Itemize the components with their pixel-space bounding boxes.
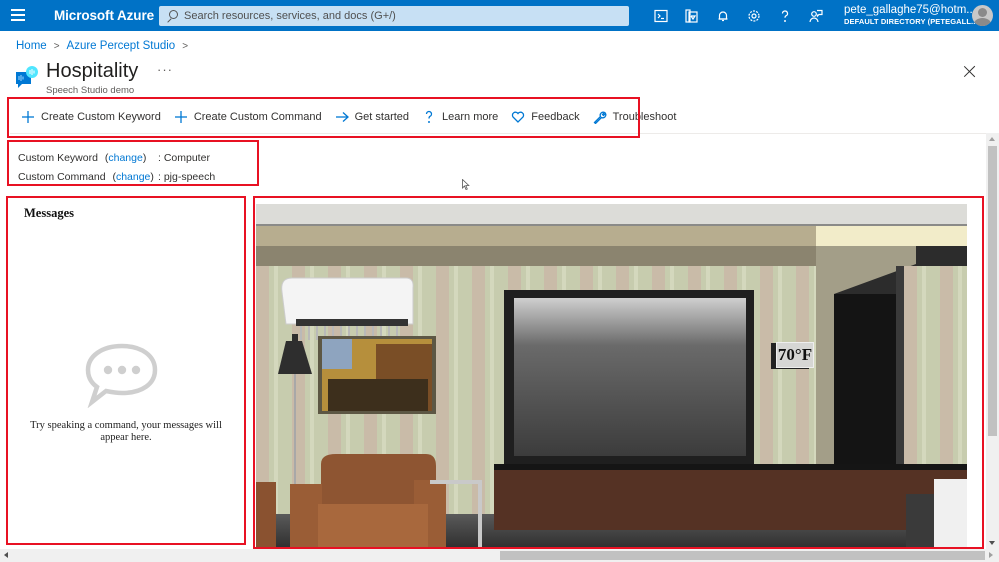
toolbar-annotation-box	[7, 97, 640, 138]
topbar-icons	[645, 6, 831, 26]
top-bar: Microsoft Azure pete_gallaghe75@hotm... …	[0, 0, 999, 31]
scene-annotation-box	[253, 196, 984, 549]
brand-link[interactable]: Microsoft Azure	[54, 8, 154, 23]
account-menu[interactable]: pete_gallaghe75@hotm... DEFAULT DIRECTOR…	[844, 4, 978, 27]
messages-annotation-box	[6, 196, 246, 545]
scroll-up-icon[interactable]	[989, 137, 995, 141]
more-options-button[interactable]: ···	[157, 62, 173, 77]
settings-annotation-box	[7, 140, 259, 186]
search-input[interactable]	[184, 10, 604, 22]
chevron-right-icon: >	[182, 40, 189, 52]
breadcrumb-azure-percept-studio[interactable]: Azure Percept Studio	[67, 40, 176, 52]
account-directory: DEFAULT DIRECTORY (PETEGALL...	[844, 17, 978, 26]
notifications-icon[interactable]	[707, 6, 738, 26]
close-icon[interactable]	[963, 65, 976, 78]
search-icon	[166, 10, 178, 22]
page-subtitle: Speech Studio demo	[46, 85, 135, 96]
account-email: pete_gallaghe75@hotm...	[844, 4, 976, 16]
chevron-right-icon: >	[53, 40, 60, 52]
horizontal-scrollbar[interactable]	[0, 549, 999, 562]
portal-menu-icon[interactable]	[11, 9, 25, 21]
mouse-cursor-icon	[462, 179, 470, 190]
scroll-right-icon[interactable]	[989, 552, 993, 558]
scroll-left-icon[interactable]	[4, 552, 8, 558]
avatar[interactable]	[972, 5, 993, 26]
help-icon[interactable]	[769, 6, 800, 26]
scroll-down-icon[interactable]	[989, 541, 995, 545]
horizontal-scroll-thumb[interactable]	[500, 551, 985, 560]
breadcrumb-home[interactable]: Home	[16, 40, 47, 52]
vertical-scroll-thumb[interactable]	[988, 146, 997, 436]
vertical-scrollbar[interactable]	[986, 133, 999, 549]
cloud-shell-icon[interactable]	[645, 6, 676, 26]
directory-filter-icon[interactable]	[676, 6, 707, 26]
breadcrumb: Home > Azure Percept Studio >	[16, 40, 195, 52]
global-search[interactable]	[159, 6, 629, 26]
speech-resource-icon	[16, 66, 38, 88]
page-title: Hospitality	[46, 60, 139, 82]
feedback-icon[interactable]	[800, 6, 831, 26]
settings-icon[interactable]	[738, 6, 769, 26]
